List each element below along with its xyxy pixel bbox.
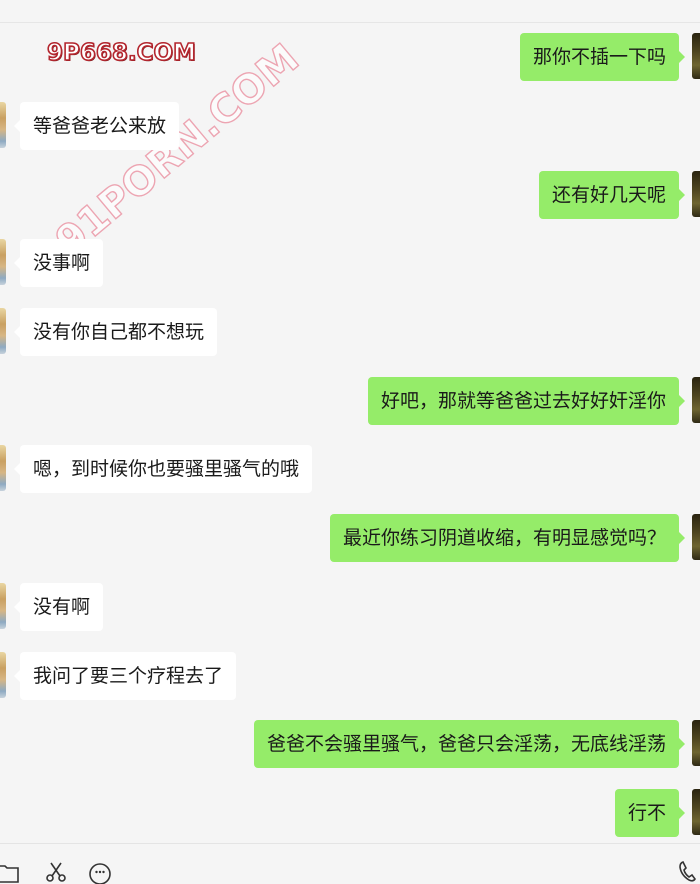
message-outgoing[interactable]: 爸爸不会骚里骚气，爸爸只会淫荡，无底线淫荡 bbox=[253, 720, 686, 768]
message-bubble[interactable]: 还有好几天呢 bbox=[538, 171, 686, 219]
message-bubble[interactable]: 我问了要三个疗程去了 bbox=[13, 652, 237, 700]
message-bubble[interactable]: 行不 bbox=[614, 789, 686, 837]
emoji-icon[interactable] bbox=[88, 860, 112, 884]
avatar-contact[interactable] bbox=[0, 652, 6, 698]
message-bubble[interactable]: 最近你练习阴道收缩，有明显感觉吗？ bbox=[329, 514, 686, 562]
message-bubble[interactable]: 没事啊 bbox=[13, 239, 104, 287]
diagonal-watermark: 91PORN.COM bbox=[47, 35, 309, 266]
top-divider bbox=[0, 22, 700, 23]
message-outgoing[interactable]: 好吧，那就等爸爸过去好好奸淫你 bbox=[367, 377, 686, 425]
input-toolbar bbox=[0, 843, 700, 884]
message-bubble[interactable]: 好吧，那就等爸爸过去好好奸淫你 bbox=[367, 377, 686, 425]
avatar-self[interactable] bbox=[692, 33, 700, 79]
avatar-self[interactable] bbox=[692, 514, 700, 560]
folder-icon[interactable] bbox=[0, 860, 20, 884]
message-incoming[interactable]: 等爸爸老公来放 bbox=[13, 102, 180, 150]
message-bubble[interactable]: 爸爸不会骚里骚气，爸爸只会淫荡，无底线淫荡 bbox=[253, 720, 686, 768]
avatar-contact[interactable] bbox=[0, 239, 6, 285]
message-bubble[interactable]: 嗯，到时候你也要骚里骚气的哦 bbox=[13, 445, 313, 493]
avatar-contact[interactable] bbox=[0, 102, 6, 148]
message-incoming[interactable]: 没有啊 bbox=[13, 583, 104, 631]
avatar-contact[interactable] bbox=[0, 583, 6, 629]
phone-icon[interactable] bbox=[676, 860, 700, 884]
message-outgoing[interactable]: 最近你练习阴道收缩，有明显感觉吗？ bbox=[329, 514, 686, 562]
avatar-self[interactable] bbox=[692, 720, 700, 766]
avatar-contact[interactable] bbox=[0, 445, 6, 491]
message-bubble[interactable]: 没有你自己都不想玩 bbox=[13, 308, 218, 356]
message-bubble[interactable]: 等爸爸老公来放 bbox=[13, 102, 180, 150]
scissors-icon[interactable] bbox=[44, 860, 68, 884]
avatar-self[interactable] bbox=[692, 789, 700, 835]
site-watermark: 9P668.COM bbox=[46, 39, 197, 67]
avatar-self[interactable] bbox=[692, 377, 700, 423]
message-incoming[interactable]: 没有你自己都不想玩 bbox=[13, 308, 218, 356]
message-bubble[interactable]: 没有啊 bbox=[13, 583, 104, 631]
message-bubble[interactable]: 那你不插一下吗 bbox=[519, 33, 686, 81]
message-incoming[interactable]: 嗯，到时候你也要骚里骚气的哦 bbox=[13, 445, 313, 493]
message-outgoing[interactable]: 那你不插一下吗 bbox=[519, 33, 686, 81]
avatar-self[interactable] bbox=[692, 171, 700, 217]
message-outgoing[interactable]: 行不 bbox=[614, 789, 686, 837]
message-incoming[interactable]: 没事啊 bbox=[13, 239, 104, 287]
avatar-contact[interactable] bbox=[0, 308, 6, 354]
message-outgoing[interactable]: 还有好几天呢 bbox=[538, 171, 686, 219]
message-incoming[interactable]: 我问了要三个疗程去了 bbox=[13, 652, 237, 700]
